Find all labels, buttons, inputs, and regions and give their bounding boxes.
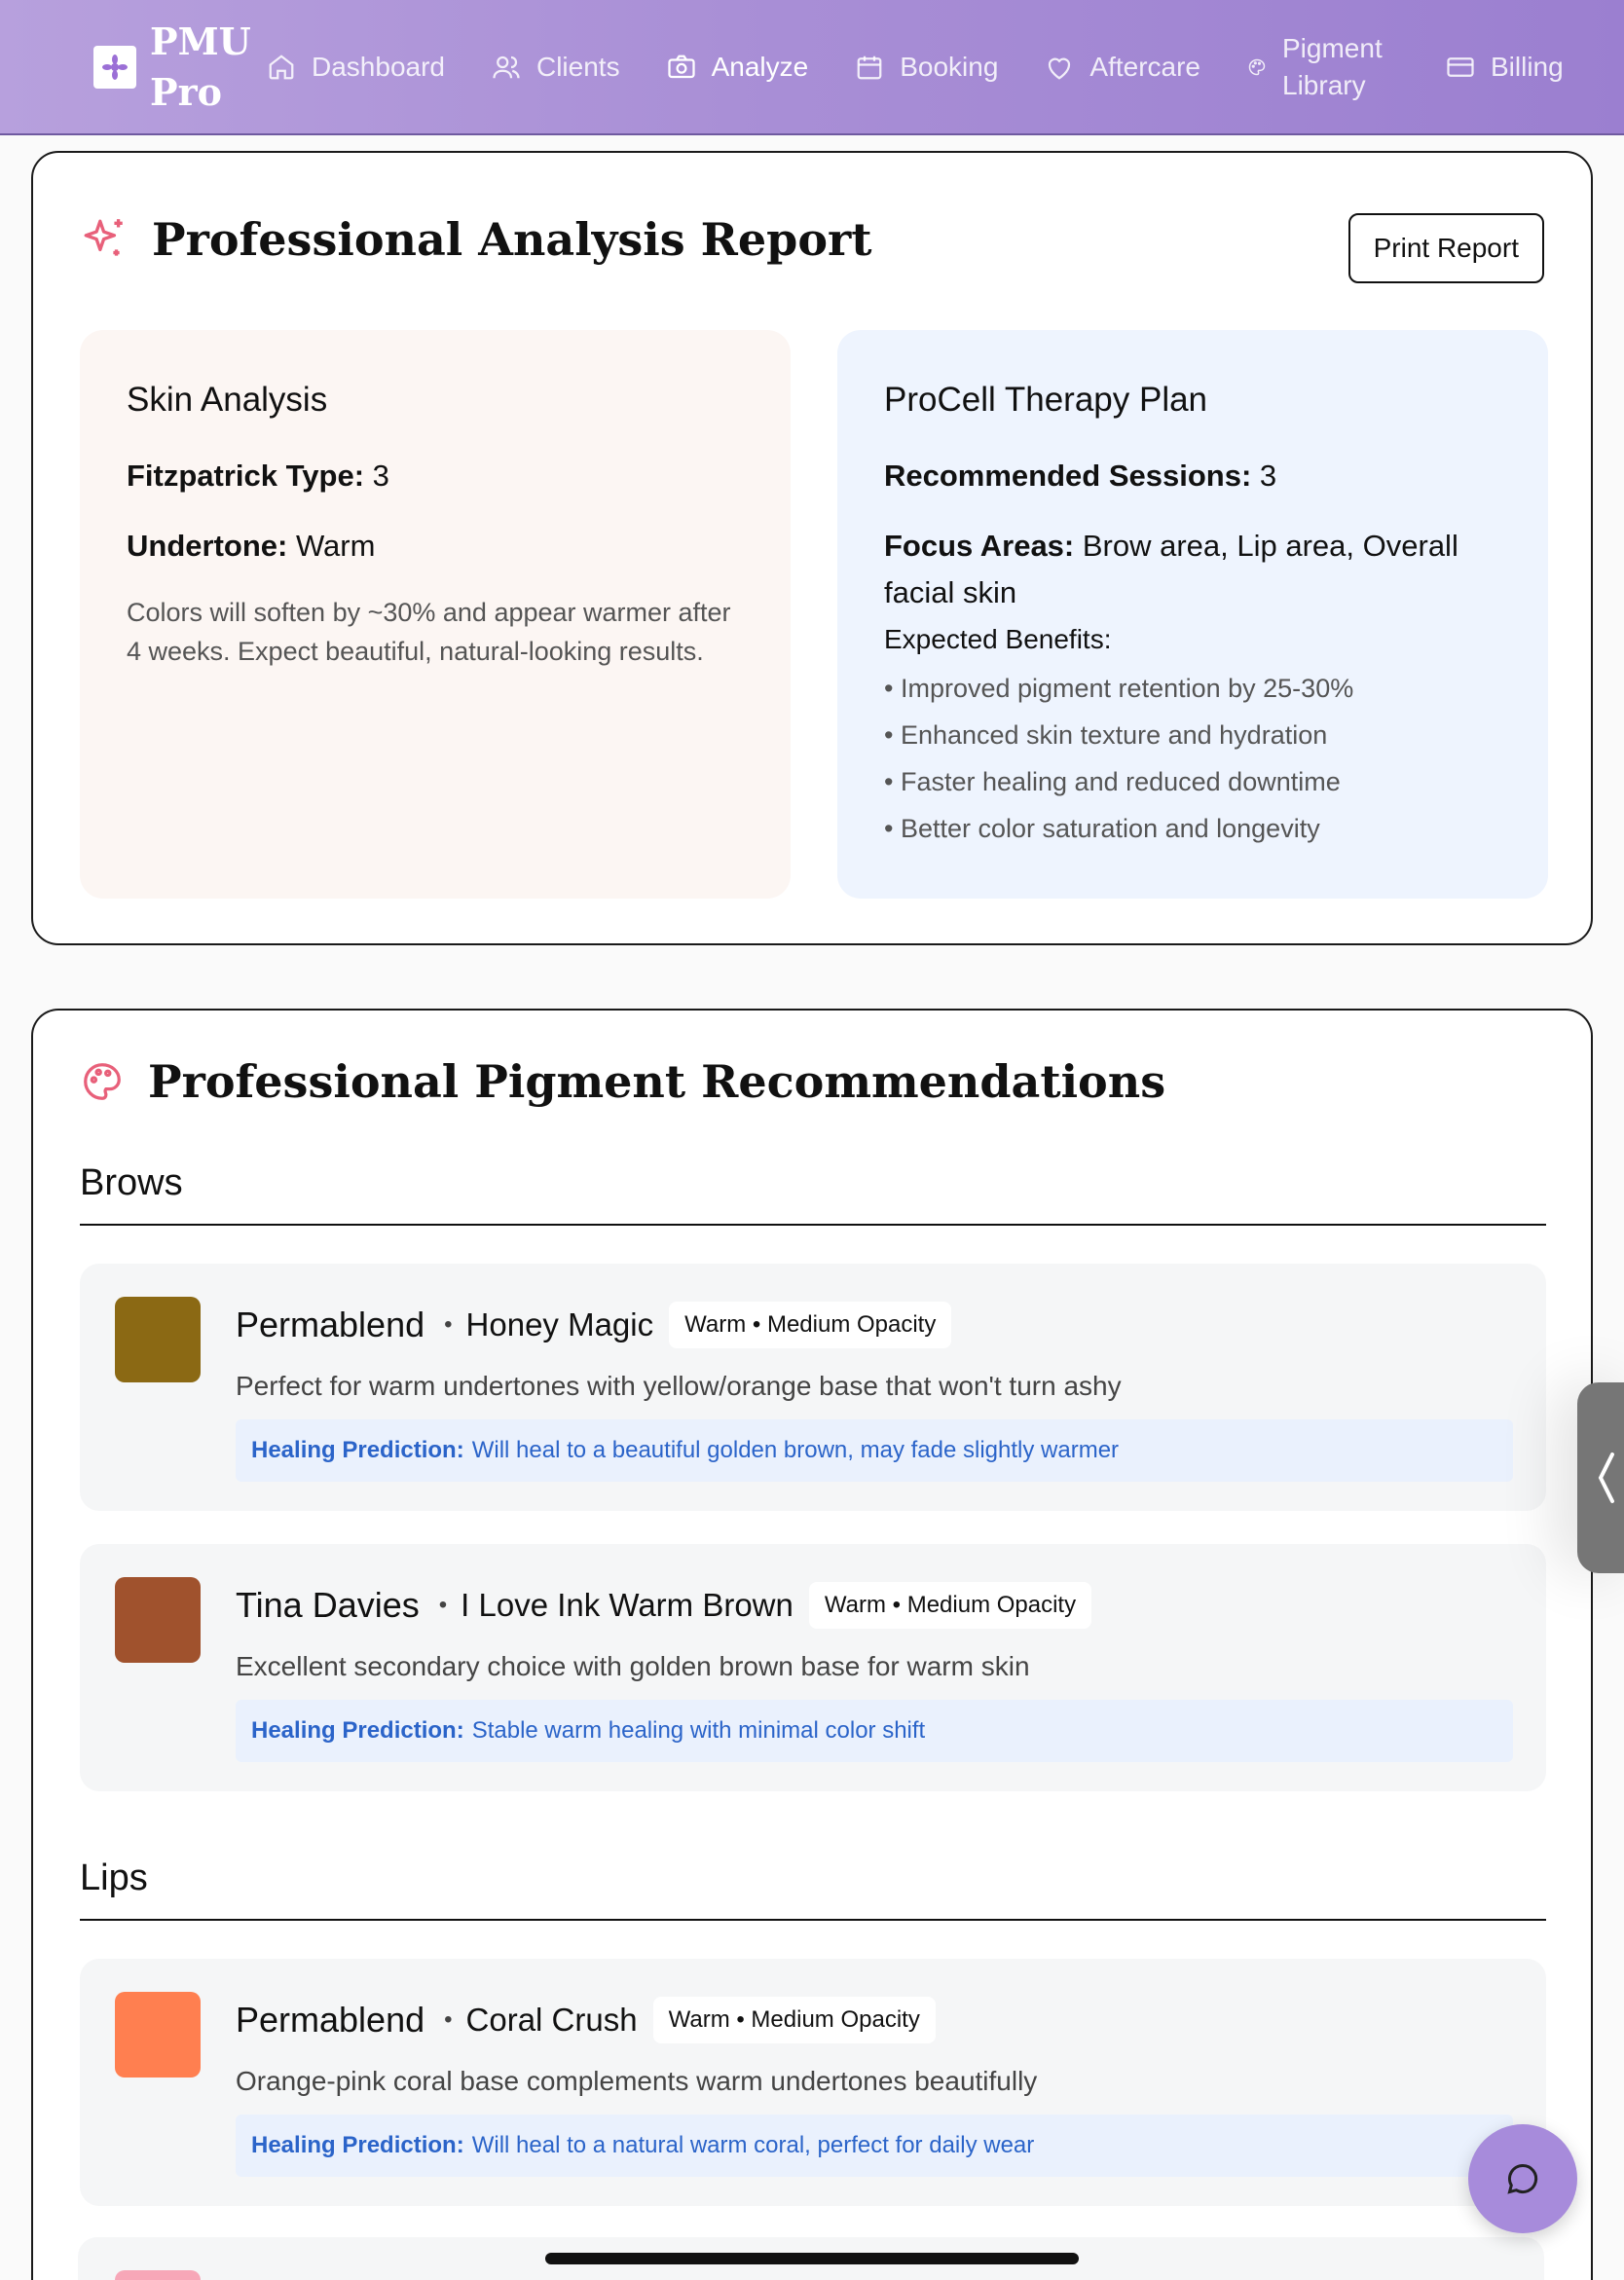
nav-label: Analyze [711,51,809,82]
focus-areas-label: Focus Areas: [884,529,1075,563]
top-navigation-bar: PMU Pro Dashboard Clients Analyze Bookin… [0,0,1624,135]
chat-button[interactable] [1468,2124,1577,2233]
healing-text: Will heal to a beautiful golden brown, m… [471,1437,1120,1463]
analysis-report-card: Professional Analysis Report Print Repor… [31,151,1593,945]
nav-label: Booking [900,51,999,82]
undertone-label: Undertone: [127,529,288,563]
nav-label: Clients [535,51,620,82]
skin-analysis-panel: Skin Analysis Fitzpatrick Type: 3 Undert… [80,330,791,899]
calendar-icon [857,55,882,79]
pigment-header: Permablend • Honey Magic Warm • Medium O… [236,1297,952,1353]
healing-label: Healing Prediction: [251,1717,464,1744]
nav-label: Aftercare [1089,51,1200,82]
pigment-item[interactable]: Permablend • Honey Magic Warm • Medium O… [80,1264,1546,1511]
home-icon [269,54,294,79]
sparkle-icon [84,219,123,256]
separator-dot: • [444,2006,453,2033]
sessions-value: 3 [1259,459,1277,493]
pigment-shade: Honey Magic [465,1306,654,1342]
palette-icon [84,1063,121,1100]
pigment-description: Perfect for warm undertones with yellow/… [236,1371,1122,1401]
fitzpatrick-label: Fitzpatrick Type: [127,459,365,493]
benefits-title: Expected Benefits: [884,624,1112,654]
pigment-header: Tina Davies • I Love Ink Warm Brown Warm… [236,1577,1092,1634]
users-icon [493,55,520,78]
nav-item-aftercare[interactable]: Aftercare [1045,52,1200,83]
pigment-tag: Warm • Medium Opacity [669,1302,952,1348]
pigment-header: Permablend • Coral Crush Warm • Medium O… [236,1992,936,2048]
procell-therapy-panel: ProCell Therapy Plan Recommended Session… [837,330,1548,899]
section-heading-lips: Lips [80,1857,1546,1921]
color-swatch [115,1297,201,1382]
report-title-text: Professional Analysis Report [152,213,872,266]
skin-analysis-heading: Skin Analysis [127,381,328,419]
fitzpatrick-value: 3 [372,459,389,493]
benefit-item: • Enhanced skin texture and hydration [884,720,1328,750]
color-swatch [115,1992,201,2078]
pigment-description: Orange-pink coral base complements warm … [236,2066,1038,2096]
skin-analysis-description: Colors will soften by ~30% and appear wa… [127,598,731,666]
healing-label: Healing Prediction: [251,2132,464,2158]
fitzpatrick-row: Fitzpatrick Type: 3 [127,453,744,499]
pigment-item[interactable]: Permablend • Coral Crush Warm • Medium O… [80,1959,1546,2206]
benefit-item: • Better color saturation and longevity [884,814,1320,843]
pigment-brand: Tina Davies [236,1585,420,1625]
healing-label: Healing Prediction: [251,1437,464,1463]
palette-icon [1248,58,1266,75]
healing-text: Will heal to a natural warm coral, perfe… [471,2132,1035,2158]
pigment-recommendations-card: Professional Pigment Recommendations Bro… [31,1009,1593,2280]
nav-item-pigment-library[interactable]: Pigment Library [1247,30,1399,104]
nav-item-analyze[interactable]: Analyze [667,51,809,83]
nav-label: Pigment Library [1282,32,1383,100]
procell-heading: ProCell Therapy Plan [884,381,1208,419]
nav-label: Dashboard [312,51,445,82]
nav-label: Billing [1491,51,1564,82]
report-title: Professional Analysis Report [80,213,872,266]
pigment-shade: Coral Crush [465,2002,638,2038]
pigment-brand: Permablend [236,2000,425,2040]
pigment-brand: Permablend [236,1305,425,1344]
healing-prediction: Healing Prediction: Stable warm healing … [236,1700,1513,1762]
nav-item-booking[interactable]: Booking [855,52,998,83]
nav-item-clients[interactable]: Clients [492,52,620,83]
pigment-tag: Warm • Medium Opacity [808,1582,1092,1629]
pigment-title-text: Professional Pigment Recommendations [148,1055,1166,1108]
card-icon [1447,56,1474,77]
logo-icon[interactable] [93,45,136,89]
color-swatch [115,1577,201,1663]
undertone-value: Warm [295,529,376,563]
healing-prediction: Healing Prediction: Will heal to a beaut… [236,1419,1513,1482]
nav-item-billing[interactable]: Billing [1446,52,1564,83]
chat-bubble-icon [1507,2163,1538,2194]
heart-icon [1049,57,1071,80]
camera-icon [667,55,695,78]
print-report-button[interactable]: Print Report [1347,213,1544,283]
pigment-tag: Warm • Medium Opacity [652,1997,936,2043]
pigment-description: Excellent secondary choice with golden b… [236,1651,1030,1681]
separator-dot: • [444,1311,453,1338]
separator-dot: • [438,1592,448,1618]
nav-menu: Dashboard Clients Analyze Booking Afterc… [267,30,1610,104]
healing-prediction: Healing Prediction: Will heal to a natur… [236,2115,1513,2177]
pigment-item[interactable]: Tina Davies • I Love Ink Warm Brown Warm… [80,1544,1546,1791]
home-indicator[interactable] [545,2253,1079,2264]
app-name[interactable]: PMU Pro [150,17,251,118]
benefit-item: • Faster healing and reduced downtime [884,767,1341,796]
chevron-left-icon [1598,1453,1614,1503]
pigment-shade: I Love Ink Warm Brown [461,1587,794,1623]
undertone-row: Undertone: Warm [127,523,744,570]
color-swatch [115,2270,201,2280]
pigment-title: Professional Pigment Recommendations [80,1055,1165,1108]
focus-areas-row: Focus Areas: Brow area, Lip area, Overal… [884,523,1501,616]
section-heading-brows: Brows [80,1162,1546,1226]
healing-text: Stable warm healing with minimal color s… [471,1717,926,1744]
sessions-row: Recommended Sessions: 3 [884,453,1501,499]
sessions-label: Recommended Sessions: [884,459,1252,493]
benefit-item: • Improved pigment retention by 25-30% [884,674,1354,703]
nav-item-dashboard[interactable]: Dashboard [267,52,445,83]
side-panel-toggle[interactable] [1577,1382,1624,1573]
